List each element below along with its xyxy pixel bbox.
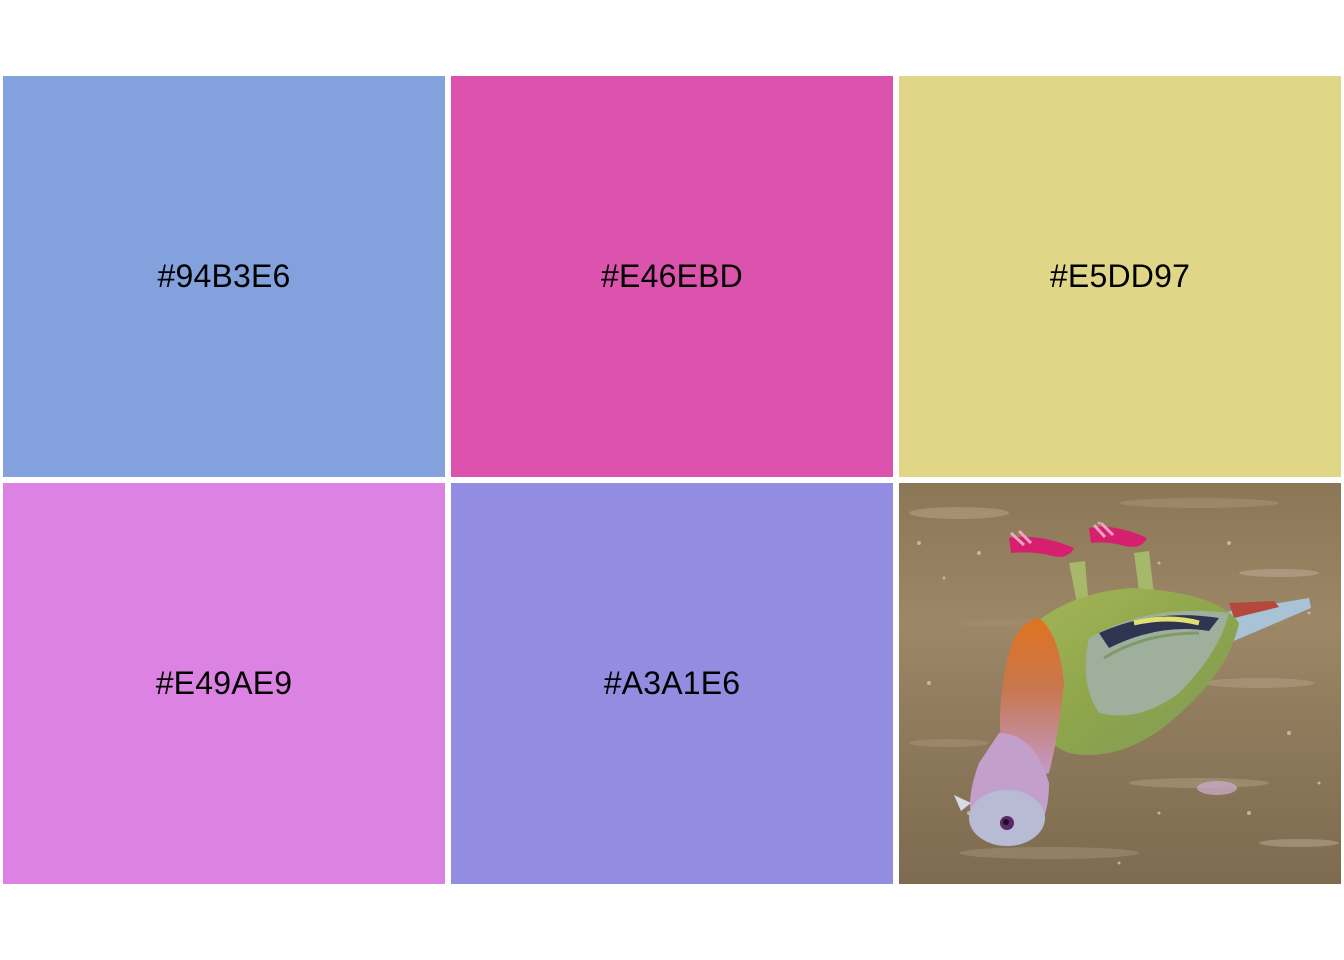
color-swatch-5: #A3A1E6 xyxy=(451,483,893,884)
swatch-hex-label: #A3A1E6 xyxy=(603,665,741,701)
swatch-hex-label: #E46EBD xyxy=(601,258,743,294)
color-swatch-4: #E49AE9 xyxy=(3,483,445,884)
color-swatch-3: #E5DD97 xyxy=(899,76,1341,477)
pigeon-photo xyxy=(899,483,1341,884)
swatch-hex-label: #E5DD97 xyxy=(1049,258,1191,294)
swatch-hex-label: #E49AE9 xyxy=(155,665,293,701)
color-swatch-1: #94B3E6 xyxy=(3,76,445,477)
swatch-hex-label: #94B3E6 xyxy=(157,258,291,294)
color-swatch-2: #E46EBD xyxy=(451,76,893,477)
pigeon-photo-illustration xyxy=(899,483,1341,884)
